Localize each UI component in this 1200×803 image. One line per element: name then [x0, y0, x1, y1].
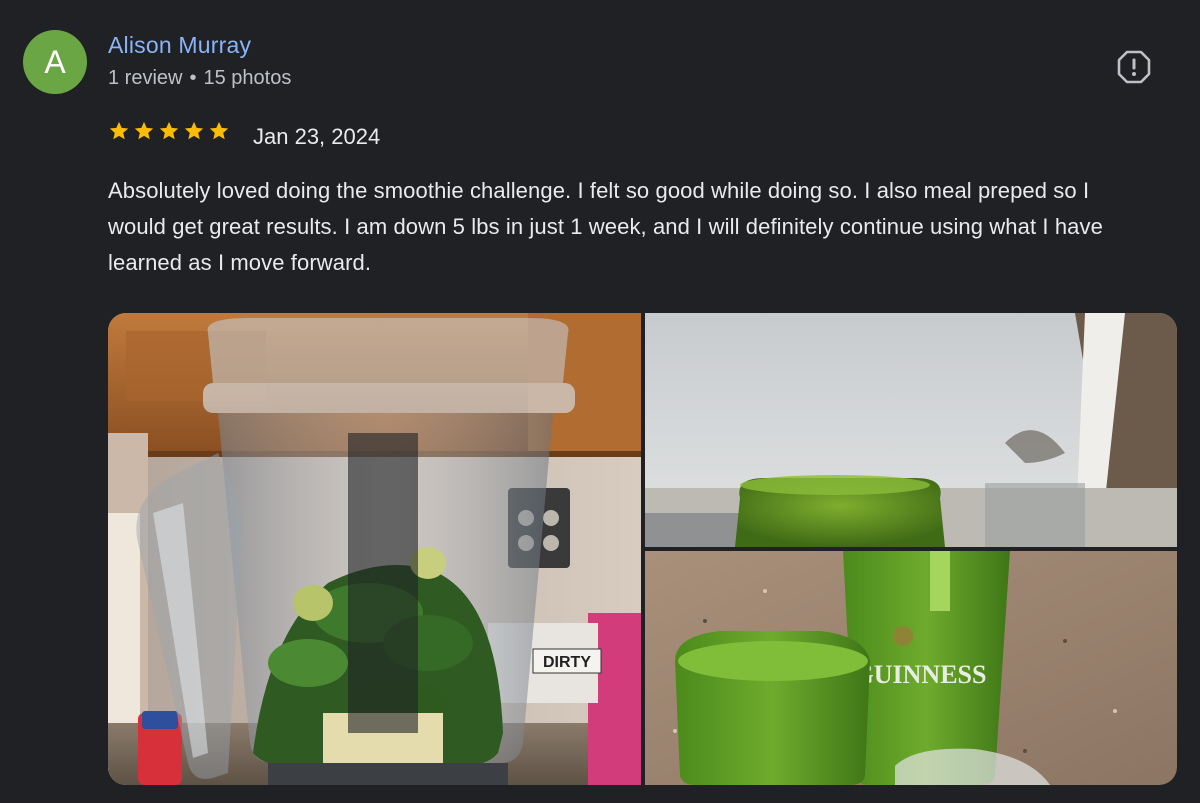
author-name[interactable]: Alison Murray — [108, 32, 251, 59]
review-date: Jan 23, 2024 — [253, 124, 381, 149]
dirty-label: DIRTY — [543, 654, 591, 671]
star-icon — [134, 121, 154, 140]
star-icon — [209, 121, 229, 140]
glasses-photo-image: GUINNESS — [645, 551, 1177, 785]
star-icon — [159, 121, 179, 140]
review-photo-blender[interactable]: DIRTY — [108, 313, 641, 785]
photo-count: 15 photos — [203, 67, 292, 89]
report-button[interactable] — [1113, 46, 1155, 88]
guinness-label: GUINNESS — [854, 660, 987, 689]
avatar-letter: A — [44, 43, 66, 80]
jar-photo-image — [645, 313, 1177, 547]
star-icon — [184, 121, 204, 140]
meta-separator: • — [189, 67, 197, 89]
author-meta: 1 review • 15 photos — [108, 67, 291, 90]
review-count: 1 review — [108, 67, 183, 89]
review-text: Absolutely loved doing the smoothie chal… — [108, 178, 1103, 275]
review-photo-glasses[interactable]: GUINNESS — [645, 551, 1177, 785]
star-icon — [109, 121, 129, 140]
star-rating — [108, 120, 230, 142]
review-card: A Alison Murray 1 review • 15 photos Jan 2… — [0, 0, 1200, 803]
blender-photo-image: DIRTY — [108, 313, 641, 785]
review-photo-jar[interactable] — [645, 313, 1177, 547]
report-flag-icon — [1117, 50, 1151, 84]
avatar[interactable]: A — [23, 30, 87, 94]
